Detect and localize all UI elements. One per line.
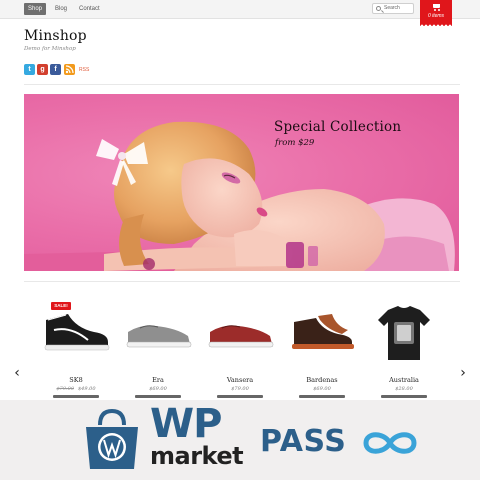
cart-button[interactable]: 0 items [420,0,452,27]
market-wordmark: market [150,442,244,470]
product-image [378,306,430,360]
product-image [44,314,110,351]
add-to-cart-button[interactable] [53,395,99,398]
sale-badge: SALE! [51,302,71,310]
add-to-cart-button[interactable] [135,395,181,398]
product-price: $69.00 [313,386,331,392]
top-bar: Shop Blog Contact Search [0,0,480,19]
wp-wordmark: WP [150,401,222,447]
shopping-bag-icon [86,408,138,469]
product-card[interactable]: SALE! SK8 $79.00 $49.00 [36,296,116,400]
search-placeholder: Search [384,5,400,11]
product-name[interactable]: Bardenas [282,376,362,384]
banner-subtitle: from $29 [275,138,315,148]
product-card[interactable]: Bardenas $69.00 [282,296,362,400]
product-name[interactable]: SK8 [36,376,116,384]
rss-label[interactable]: RSS [79,67,89,73]
product-name[interactable]: Vansera [200,376,280,384]
promo-strip: WP market PASS [0,400,480,480]
product-image [126,325,192,348]
cart-count: 0 items [427,13,445,19]
banner-divider [24,281,460,282]
product-image [292,314,354,349]
product-price: $69.00 [149,386,167,392]
nav-shop[interactable]: Shop [24,3,47,15]
product-price: $79.00 $49.00 [36,386,116,392]
facebook-icon[interactable]: f [50,64,61,75]
site-tagline: Demo for Minshop [24,46,76,52]
product-price: $79.00 [231,386,249,392]
banner-title: Special Collection [274,119,402,135]
hero-banner[interactable]: Special Collection from $29 [24,94,459,271]
site-title[interactable]: Minshop [24,28,87,44]
add-to-cart-button[interactable] [299,395,345,398]
search-input[interactable]: Search [372,3,414,14]
twitter-icon[interactable]: t [24,64,35,75]
carousel-prev-button[interactable]: ‹ [11,365,23,381]
google-plus-icon[interactable]: g [37,64,48,75]
product-card[interactable]: Australia $28.00 [364,296,444,400]
product-card[interactable]: Vansera $79.00 [200,296,280,400]
social-links: t g f RSS [24,64,89,75]
infinity-icon [363,432,417,454]
nav-blog[interactable]: Blog [55,3,67,15]
carousel-next-button[interactable]: › [457,365,469,381]
pass-wordmark: PASS [260,424,347,459]
cart-icon [432,4,441,11]
product-name[interactable]: Australia [364,376,444,384]
product-name[interactable]: Era [118,376,198,384]
rss-icon[interactable] [64,64,75,75]
search-icon [376,6,381,11]
old-price: $79.00 [56,386,75,392]
add-to-cart-button[interactable] [217,395,263,398]
header-divider [24,84,460,85]
product-image [208,325,274,348]
product-price: $28.00 [395,386,413,392]
add-to-cart-button[interactable] [381,395,427,398]
product-card[interactable]: Era $69.00 [118,296,198,400]
nav-contact[interactable]: Contact [79,3,100,15]
sale-price: $49.00 [78,386,96,392]
